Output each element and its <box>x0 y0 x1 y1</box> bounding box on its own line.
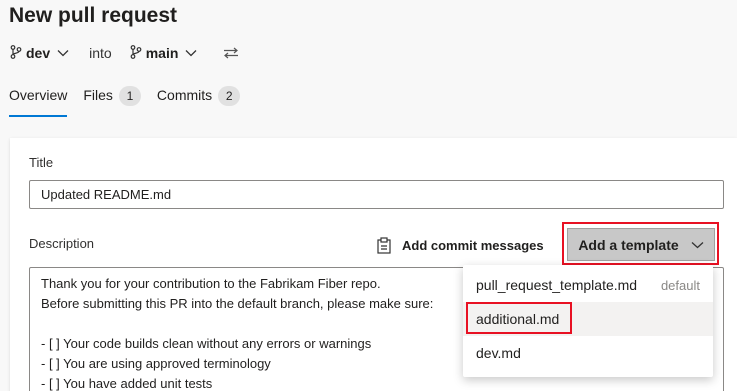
title-input[interactable] <box>29 180 724 209</box>
into-label: into <box>89 45 112 61</box>
chevron-down-icon <box>691 241 704 249</box>
add-commit-messages-button[interactable]: Add commit messages <box>376 234 544 256</box>
add-template-label: Add a template <box>578 236 679 253</box>
tab-files[interactable]: Files 1 <box>83 84 141 118</box>
target-branch-label: main <box>145 45 179 61</box>
branch-selector-row: dev into main <box>10 42 239 64</box>
description-label: Description <box>29 236 95 251</box>
clipboard-icon <box>377 236 391 254</box>
target-branch-dropdown[interactable]: main <box>130 44 198 62</box>
tab-commits[interactable]: Commits 2 <box>156 84 241 118</box>
tab-label: Commits <box>156 87 213 103</box>
template-option-additional[interactable]: additional.md <box>463 302 713 336</box>
swap-branches-icon[interactable] <box>223 47 239 59</box>
branch-icon <box>10 44 22 62</box>
template-dropdown-menu: pull_request_template.md default additio… <box>463 265 713 377</box>
tab-bar: Overview Files 1 Commits 2 <box>9 84 256 118</box>
template-option-label: dev.md <box>476 345 521 361</box>
add-commit-messages-label: Add commit messages <box>402 237 544 253</box>
template-option-label: additional.md <box>476 311 560 327</box>
page-title: New pull request <box>9 4 178 27</box>
count-badge: 1 <box>118 86 141 106</box>
count-badge: 2 <box>218 86 241 106</box>
tab-label: Files <box>83 87 113 103</box>
chevron-down-icon <box>185 49 197 57</box>
tab-overview[interactable]: Overview <box>9 84 68 118</box>
title-label: Title <box>29 155 54 170</box>
source-branch-label: dev <box>26 45 51 61</box>
default-tag: default <box>660 277 700 293</box>
template-option-dev[interactable]: dev.md <box>463 336 713 370</box>
template-option-pull-request-template[interactable]: pull_request_template.md default <box>463 268 713 302</box>
add-template-button[interactable]: Add a template <box>567 228 715 261</box>
template-option-label: pull_request_template.md <box>476 277 638 293</box>
source-branch-dropdown[interactable]: dev <box>10 44 69 62</box>
tab-label: Overview <box>9 87 68 103</box>
chevron-down-icon <box>57 49 69 57</box>
branch-icon <box>130 44 142 62</box>
